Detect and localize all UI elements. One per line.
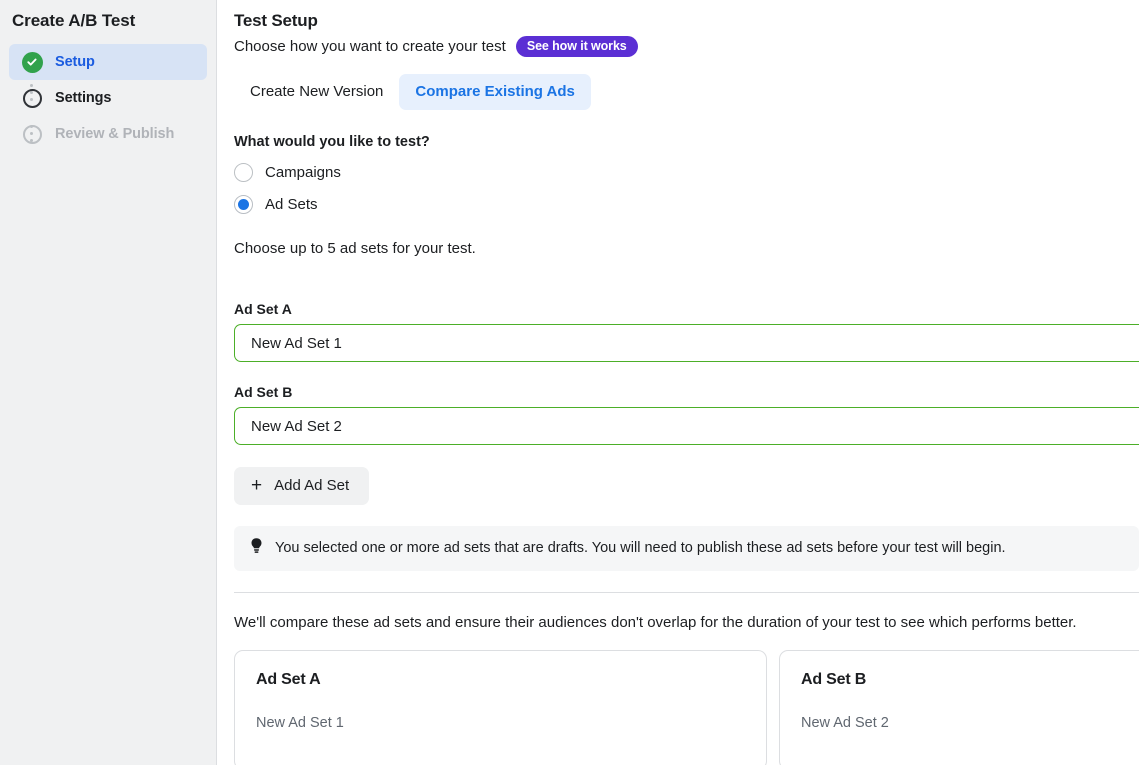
radio-circle-icon[interactable] (234, 163, 253, 182)
ad-set-preview-cards: Ad Set A New Ad Set 1 Ad Set B New Ad Se… (234, 650, 1139, 765)
check-circle-icon (21, 51, 43, 73)
ad-set-b-card[interactable]: Ad Set B New Ad Set 2 (779, 650, 1139, 765)
section-divider (234, 592, 1139, 593)
radio-option-campaigns[interactable]: Campaigns (234, 163, 1139, 182)
lightbulb-icon (249, 537, 264, 559)
radio-label: Ad Sets (265, 196, 318, 213)
add-ad-set-label: Add Ad Set (274, 477, 350, 494)
radio-option-ad-sets[interactable]: Ad Sets (234, 195, 1139, 214)
sidebar-item-setup[interactable]: Setup (9, 44, 207, 80)
plus-icon: + (251, 474, 263, 496)
card-subtitle: New Ad Set 2 (801, 715, 889, 731)
sidebar: Create A/B Test Setup Settings Review & … (0, 0, 217, 765)
subtitle-row: Choose how you want to create your test … (234, 36, 1139, 57)
see-how-it-works-badge[interactable]: See how it works (515, 36, 638, 57)
ab-test-creation-screen: Create A/B Test Setup Settings Review & … (0, 0, 1139, 765)
field-label-ad-set-b: Ad Set B (234, 384, 293, 400)
notice-text: You selected one or more ad sets that ar… (275, 540, 1006, 556)
ad-set-b-input[interactable]: New Ad Set 2 (234, 407, 1139, 445)
field-label-ad-set-a: Ad Set A (234, 301, 292, 317)
add-ad-set-button[interactable]: + Add Ad Set (234, 467, 370, 505)
empty-circle-icon (21, 87, 43, 109)
page-title: Test Setup (234, 11, 318, 30)
sidebar-item-review-publish[interactable]: Review & Publish (9, 116, 207, 152)
sidebar-title: Create A/B Test (12, 11, 136, 30)
compare-description: We'll compare these ad sets and ensure t… (234, 614, 1077, 631)
radio-circle-selected-icon[interactable] (234, 195, 253, 214)
step-nav: Setup Settings Review & Publish (0, 44, 216, 152)
helper-text: Choose up to 5 ad sets for your test. (234, 240, 476, 257)
test-type-question: What would you like to test? (234, 134, 430, 150)
tab-bar: Create New Version Compare Existing Ads (234, 74, 1139, 110)
main-content: Test Setup Choose how you want to create… (217, 0, 1139, 765)
card-title: Ad Set B (801, 671, 867, 688)
tab-compare-existing-ads[interactable]: Compare Existing Ads (399, 74, 591, 110)
empty-circle-icon (21, 123, 43, 145)
ad-set-a-input[interactable]: New Ad Set 1 (234, 324, 1139, 362)
sidebar-item-settings[interactable]: Settings (9, 80, 207, 116)
sidebar-item-label: Settings (55, 90, 112, 106)
tab-create-new-version[interactable]: Create New Version (234, 74, 399, 110)
card-title: Ad Set A (256, 671, 321, 688)
sidebar-item-label: Review & Publish (55, 126, 175, 142)
sidebar-item-label: Setup (55, 54, 95, 70)
ad-set-a-card[interactable]: Ad Set A New Ad Set 1 (234, 650, 767, 765)
radio-label: Campaigns (265, 164, 341, 181)
page-subtitle: Choose how you want to create your test (234, 38, 506, 55)
draft-ad-sets-notice: You selected one or more ad sets that ar… (234, 526, 1139, 571)
card-subtitle: New Ad Set 1 (256, 715, 344, 731)
